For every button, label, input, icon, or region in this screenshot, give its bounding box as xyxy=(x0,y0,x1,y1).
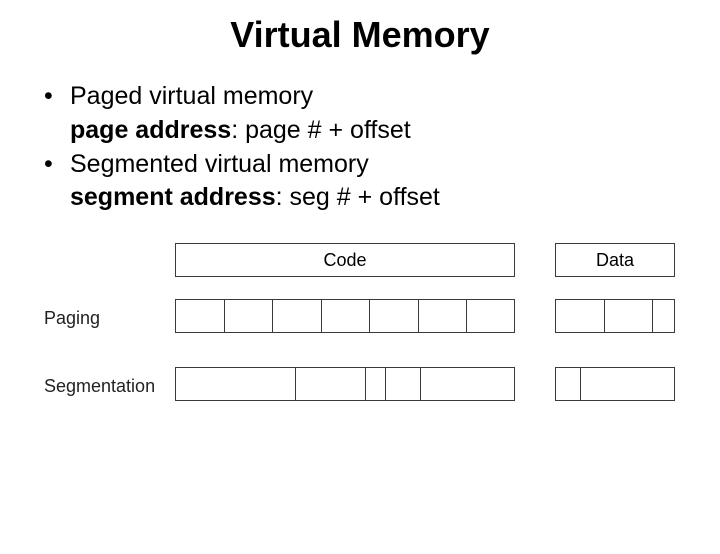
segmentation-data-box xyxy=(555,367,675,401)
code-label: Code xyxy=(176,250,514,271)
page-title: Virtual Memory xyxy=(0,14,720,56)
segmentation-code-box xyxy=(175,367,515,401)
bullet-1-text: Paged virtual memory xyxy=(70,80,313,114)
data-label: Data xyxy=(556,250,674,271)
page-address-label: page address xyxy=(70,116,231,144)
page-address-rest: : page # + offset xyxy=(231,116,411,144)
paging-code-box xyxy=(175,299,515,333)
segment-address-label: segment address xyxy=(70,183,276,211)
diagram: Code Data Paging Segmentation xyxy=(0,243,720,463)
paging-row-label: Paging xyxy=(44,308,100,329)
segment-address-rest: : seg # + offset xyxy=(276,183,440,211)
paging-data-box xyxy=(555,299,675,333)
bullet-2-sub: segment address: seg # + offset xyxy=(70,181,684,215)
bullet-mark: • xyxy=(44,148,70,182)
bullet-mark: • xyxy=(44,80,70,114)
data-block: Data xyxy=(555,243,675,277)
segmentation-row-label: Segmentation xyxy=(44,376,155,397)
bullet-2-text: Segmented virtual memory xyxy=(70,148,369,182)
bullet-1-sub: page address: page # + offset xyxy=(70,114,684,148)
bullet-1: • Paged virtual memory xyxy=(44,80,684,114)
bullet-2: • Segmented virtual memory xyxy=(44,148,684,182)
code-block: Code xyxy=(175,243,515,277)
bullet-list: • Paged virtual memory page address: pag… xyxy=(44,80,684,215)
